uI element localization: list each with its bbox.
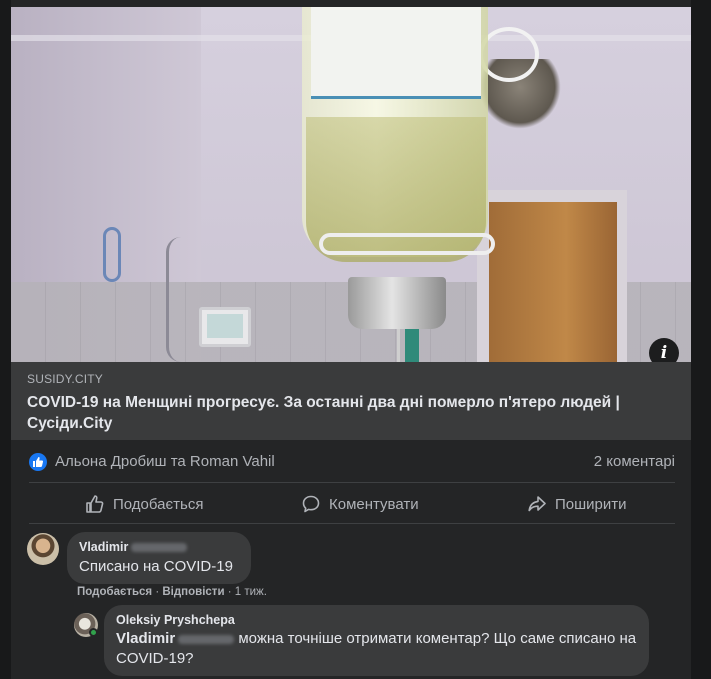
comment-meta: Подобається · Відповісти · 1 тиж. xyxy=(77,586,267,598)
comment-time[interactable]: 1 тиж. xyxy=(235,586,267,598)
avatar[interactable] xyxy=(27,533,59,565)
iv-holder xyxy=(319,233,495,255)
iv-cap xyxy=(348,277,446,329)
share-icon xyxy=(527,494,547,514)
divider xyxy=(29,523,675,524)
link-title[interactable]: COVID-19 на Менщині прогресує. За останн… xyxy=(27,392,675,434)
comment-reply-link[interactable]: Відповісти xyxy=(162,586,224,598)
link-preview[interactable]: SUSIDY.CITY COVID-19 на Менщині прогресу… xyxy=(11,362,691,440)
like-label: Подобається xyxy=(113,495,204,513)
like-button[interactable]: Подобається xyxy=(85,485,203,523)
meta-separator: · xyxy=(227,586,232,598)
action-bar: Подобається Коментувати Поширити xyxy=(29,485,675,523)
reply-author[interactable]: Oleksiy Pryshchepa xyxy=(116,613,637,627)
meta-separator: · xyxy=(155,586,160,598)
link-domain: SUSIDY.CITY xyxy=(27,372,103,386)
photo-monitor-screen xyxy=(207,314,243,338)
photo-lamp-ring xyxy=(479,27,539,82)
comment-icon xyxy=(301,494,321,514)
reactors-text[interactable]: Альона Дробиш та Roman Vahil xyxy=(55,453,275,470)
photo-cable xyxy=(166,237,196,362)
online-status-dot xyxy=(89,628,98,637)
comment-label: Коментувати xyxy=(329,495,419,513)
like-reaction-icon[interactable] xyxy=(29,453,47,471)
comment-button[interactable]: Коментувати xyxy=(301,485,419,523)
post-card: i SUSIDY.CITY COVID-19 на Менщині прогре… xyxy=(11,0,691,679)
comment-text: Списано на COVID-19 xyxy=(79,558,233,575)
reactions-row: Альона Дробиш та Roman Vahil 2 коментарі xyxy=(29,452,675,474)
thumbs-up-icon xyxy=(85,494,105,514)
share-button[interactable]: Поширити xyxy=(527,485,627,523)
photo-hook xyxy=(103,227,121,282)
share-label: Поширити xyxy=(555,495,627,513)
comment-count[interactable]: 2 коментарі xyxy=(594,453,675,470)
comment-bubble: Vladimir Списано на COVID-19 xyxy=(67,532,251,584)
redacted-surname xyxy=(178,634,235,644)
comment-like-link[interactable]: Подобається xyxy=(77,586,152,598)
photo-door xyxy=(489,202,617,362)
divider xyxy=(29,482,675,483)
iv-needle xyxy=(405,329,419,362)
comment-author[interactable]: Vladimir xyxy=(79,540,239,554)
iv-drip-line xyxy=(397,325,400,362)
post-photo[interactable] xyxy=(11,7,691,362)
reply-bubble: Oleksiy Pryshchepa Vladimir можна точніш… xyxy=(104,605,649,676)
redacted-surname xyxy=(131,543,188,553)
iv-label xyxy=(311,7,481,99)
reply-mention[interactable]: Vladimir xyxy=(116,630,235,647)
reply-text: Vladimir можна точніше отримати коментар… xyxy=(116,630,637,667)
